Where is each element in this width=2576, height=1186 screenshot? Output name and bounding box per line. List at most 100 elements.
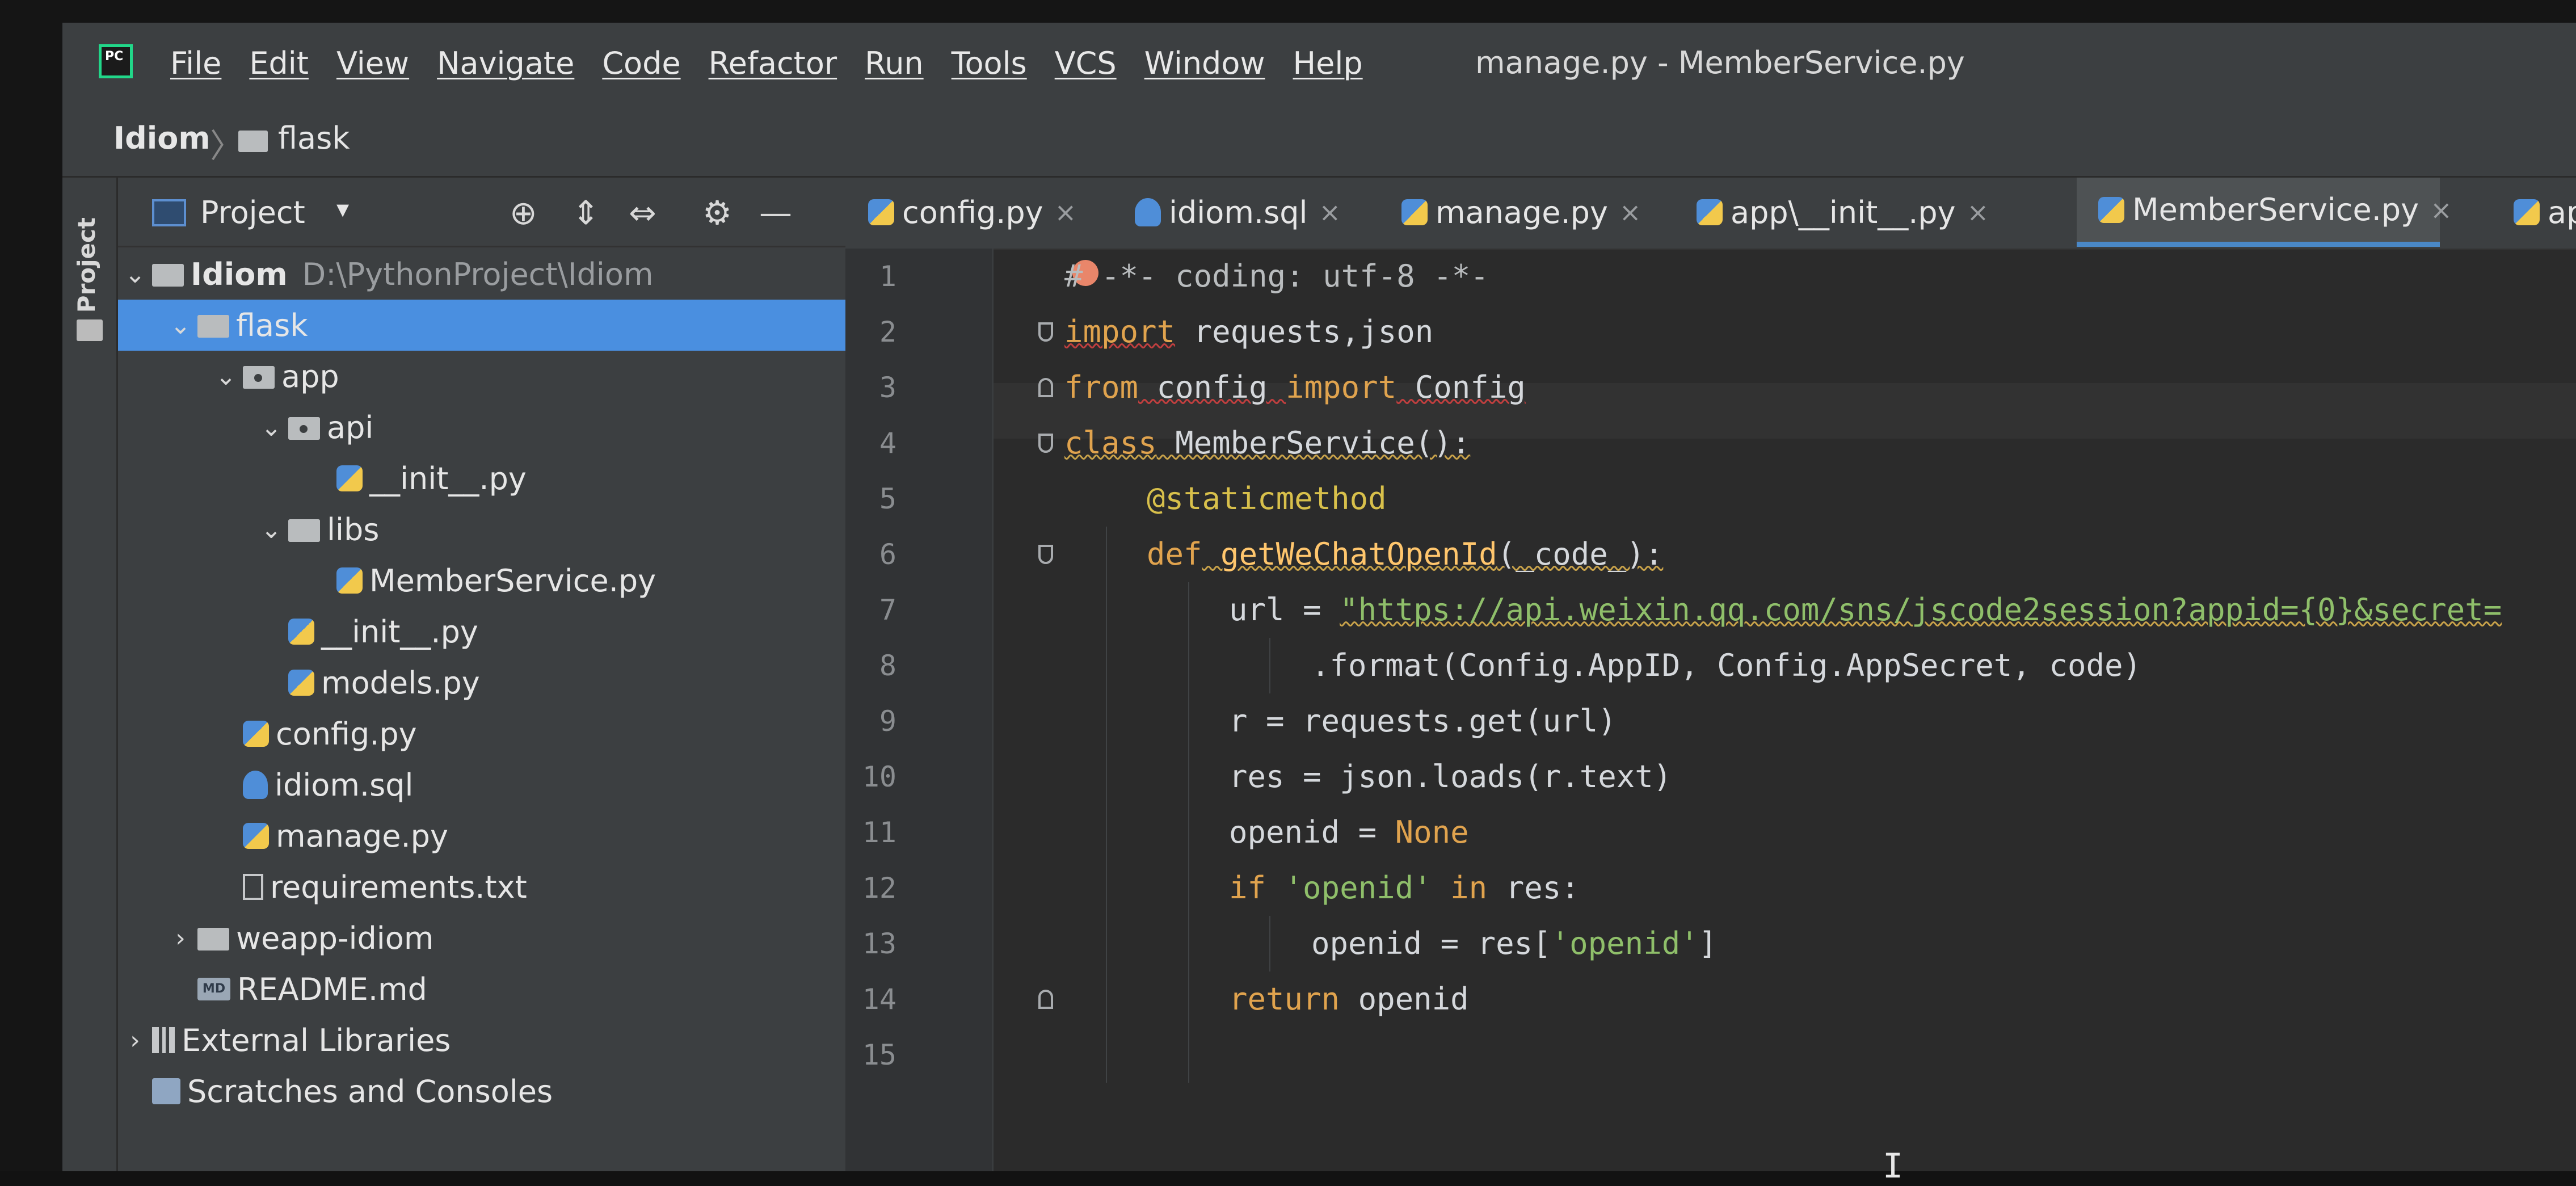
folder-icon[interactable] [77, 319, 103, 341]
folder-icon [238, 131, 268, 152]
close-icon[interactable]: × [1619, 197, 1641, 228]
chevron-down-icon[interactable]: ⌄ [163, 311, 197, 340]
tab-api[interactable]: api\_ [2514, 178, 2576, 247]
tree-item-label: libs [327, 511, 380, 548]
keyword: from [1064, 369, 1139, 405]
tab-config[interactable]: config.py × [868, 178, 1076, 247]
menu-run[interactable]: Run [865, 45, 924, 81]
tool-window-strip: Project [62, 178, 118, 1171]
code-line-12: if 'openid' in res: [1229, 860, 1580, 916]
breadcrumb-folder[interactable]: flask [278, 120, 350, 156]
tree-item-manage[interactable]: manage.py [118, 810, 845, 861]
line-number: 3 [879, 371, 896, 404]
title-bar: PC File Edit View Navigate Code Refactor… [62, 23, 2576, 108]
code-text: .format(Config.AppID, Config.AppSecret, … [1311, 647, 2141, 683]
line-number: 15 [862, 1038, 896, 1071]
close-icon[interactable]: × [1055, 197, 1077, 228]
chevron-down-icon[interactable]: ⌄ [209, 362, 243, 391]
chevron-right-icon[interactable]: › [163, 924, 197, 953]
menu-edit[interactable]: Edit [249, 45, 309, 81]
tree-item-app[interactable]: ⌄ app [118, 351, 845, 402]
code-line-2: import requests,json [1064, 304, 1433, 360]
tree-item-idiom[interactable]: ⌄ Idiom D:\PythonProject\Idiom [118, 249, 845, 300]
tree-item-libs[interactable]: ⌄ libs [118, 504, 845, 555]
tree-item-memberservice[interactable]: MemberService.py [118, 555, 845, 606]
tree-item-app-init[interactable]: __init__.py [118, 606, 845, 657]
code-text: MemberService(): [1156, 425, 1471, 461]
menu-code[interactable]: Code [602, 45, 680, 81]
tab-label: manage.py [1436, 194, 1608, 230]
fold-marker-icon[interactable] [1038, 322, 1053, 342]
python-file-icon [288, 670, 314, 696]
markdown-file-icon: MD [197, 978, 230, 1000]
fold-marker-icon[interactable] [1038, 378, 1053, 397]
tab-memberservice[interactable]: MemberService.py × [2077, 178, 2452, 247]
code-line-10: res = json.loads(r.text) [1229, 749, 1672, 805]
tab-app-init[interactable]: app\__init__.py × [1697, 178, 1989, 247]
keyword: None [1395, 814, 1469, 850]
project-panel-title[interactable]: Project [200, 195, 305, 230]
tree-item-scratches[interactable]: Scratches and Consoles [118, 1066, 845, 1117]
tree-item-requirements[interactable]: requirements.txt [118, 861, 845, 912]
code-text: openid [1340, 981, 1469, 1017]
breadcrumb-project[interactable]: Idiom [113, 120, 211, 156]
fold-marker-icon[interactable] [1038, 545, 1053, 564]
tree-item-readme[interactable]: MD README.md [118, 964, 845, 1015]
chevron-down-icon[interactable]: ⌄ [118, 260, 152, 289]
package-folder-icon [243, 365, 275, 389]
tree-item-api[interactable]: ⌄ api [118, 402, 845, 453]
tab-idiom-sql[interactable]: idiom.sql × [1135, 178, 1341, 247]
locate-icon[interactable]: ⊕ [510, 194, 537, 232]
expand-all-icon[interactable]: ⇕ [572, 194, 600, 232]
comment: # -*- coding: utf-8 -*- [1064, 258, 1489, 294]
tree-item-flask[interactable]: ⌄ flask [118, 300, 845, 351]
code-text: (_code_): [1497, 536, 1664, 572]
keyword: import [1286, 369, 1397, 405]
menu-refactor[interactable]: Refactor [709, 45, 837, 81]
menu-vcs[interactable]: VCS [1055, 45, 1117, 81]
tree-item-label: config.py [276, 716, 417, 752]
tree-item-label: models.py [321, 665, 480, 701]
code-text: openid = res[ [1311, 926, 1551, 961]
chevron-down-icon[interactable]: ▾ [336, 195, 349, 224]
tree-item-label: weapp-idiom [236, 920, 434, 956]
tab-label: api\_ [2548, 194, 2576, 230]
python-file-icon [868, 199, 894, 225]
menu-window[interactable]: Window [1144, 45, 1265, 81]
chevron-down-icon[interactable]: ⌄ [254, 515, 288, 544]
tree-item-api-init[interactable]: __init__.py [118, 453, 845, 504]
tree-item-idiom-sql[interactable]: idiom.sql [118, 759, 845, 810]
project-tool-button[interactable]: Project [73, 217, 100, 313]
tab-label: app\__init__.py [1731, 194, 1956, 230]
tab-manage[interactable]: manage.py × [1401, 178, 1641, 247]
tree-item-models[interactable]: models.py [118, 657, 845, 708]
menu-view[interactable]: View [336, 45, 409, 81]
fold-marker-icon[interactable] [1038, 990, 1053, 1009]
sql-file-icon [243, 771, 268, 799]
menu-tools[interactable]: Tools [952, 45, 1027, 81]
close-icon[interactable]: × [2430, 195, 2452, 225]
tree-item-label: api [327, 409, 374, 445]
close-icon[interactable]: × [1319, 197, 1341, 228]
fold-marker-icon[interactable] [1038, 434, 1053, 453]
chevron-down-icon[interactable]: ⌄ [254, 413, 288, 442]
logo-text: PC [105, 49, 124, 64]
ide-window: PC File Edit View Navigate Code Refactor… [62, 23, 2576, 1171]
tree-item-label: Idiom [191, 256, 288, 292]
tree-item-external-libraries[interactable]: › External Libraries [118, 1015, 845, 1066]
hide-panel-icon[interactable]: — [759, 194, 792, 232]
keyword: class [1064, 425, 1157, 461]
chevron-right-icon[interactable]: › [118, 1026, 152, 1055]
tree-item-config[interactable]: config.py [118, 708, 845, 759]
tree-item-weapp-idiom[interactable]: › weapp-idiom [118, 912, 845, 964]
menu-help[interactable]: Help [1293, 45, 1363, 81]
collapse-all-icon[interactable]: ⇔ [629, 194, 656, 232]
gear-icon[interactable]: ⚙ [702, 194, 732, 232]
python-file-icon [2098, 196, 2124, 223]
menu-navigate[interactable]: Navigate [437, 45, 574, 81]
menu-file[interactable]: File [170, 45, 221, 81]
line-number: 12 [862, 872, 896, 905]
function-name: getWeChatOpenId [1202, 536, 1497, 572]
close-icon[interactable]: × [1967, 197, 1989, 228]
python-file-icon [336, 465, 363, 491]
